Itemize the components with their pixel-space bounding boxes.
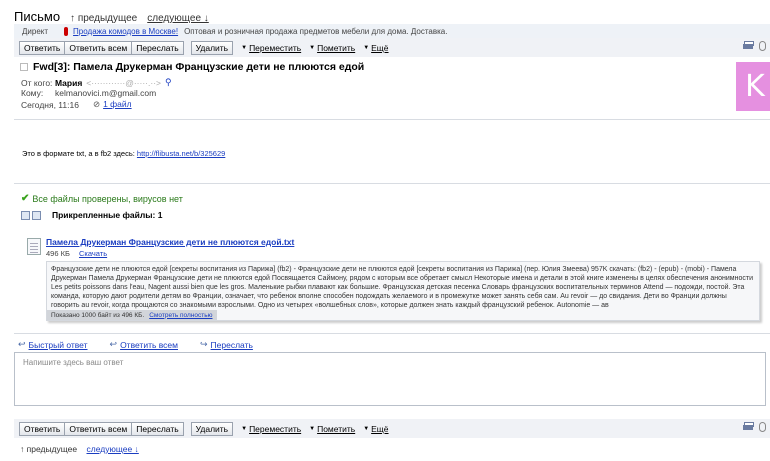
- avatar: K: [736, 62, 770, 111]
- to-row: Кому: kelmanovici.m@gmail.com: [21, 88, 157, 98]
- reply-all-icon: ↩: [109, 339, 118, 349]
- checkmark-icon: ✔: [21, 193, 30, 204]
- paperclip-icon: ⊘: [92, 99, 101, 109]
- flag-checkbox[interactable]: [20, 63, 28, 71]
- more-dropdown[interactable]: ▼ Ещё: [363, 424, 388, 434]
- mark-dropdown[interactable]: ▼ Пометить: [309, 43, 355, 53]
- reply-icon: ↩: [18, 339, 26, 349]
- attachments-count-link[interactable]: ⊘ 1 файл: [93, 99, 132, 110]
- chevron-down-icon: ▼: [241, 425, 248, 432]
- ad-brand-icon: [64, 26, 69, 36]
- delete-button[interactable]: Удалить: [190, 40, 234, 55]
- divider: [14, 183, 770, 184]
- chevron-down-icon: ▼: [363, 44, 370, 51]
- ad-label: Директ: [22, 26, 49, 36]
- more-dropdown[interactable]: ▼ Ещё: [363, 43, 388, 53]
- print-icon[interactable]: [743, 41, 754, 50]
- date-row: Сегодня, 11:16 ⊘ 1 файл: [21, 99, 132, 110]
- divider: [14, 333, 770, 334]
- download-link[interactable]: Скачать: [79, 249, 107, 258]
- paperclip-icon[interactable]: [759, 41, 766, 51]
- bottom-toolbar: Ответить Ответить всем Переслать Удалить…: [14, 419, 770, 438]
- paperclip-icon[interactable]: [759, 422, 766, 432]
- page-header: Письмо ↑ предыдущее следующее ↓: [14, 9, 209, 25]
- recipient-email: kelmanovici.m@gmail.com: [55, 88, 157, 98]
- chevron-down-icon: ▼: [309, 425, 316, 432]
- ad-link[interactable]: Продажа комодов в Москве!: [73, 27, 178, 36]
- prev-message-label: ↑ предыдущее: [70, 13, 138, 24]
- forward-icon: ↪: [200, 339, 208, 349]
- text-file-icon: [27, 238, 41, 255]
- view-full-link[interactable]: Смотреть полностью: [149, 312, 212, 319]
- reply-button[interactable]: Ответить: [19, 421, 66, 436]
- message-subject: Fwd[3]: Памела Друкерман Французские дет…: [20, 61, 364, 73]
- forward-tab[interactable]: ↪ Переслать: [200, 339, 253, 350]
- body-link[interactable]: http://flibusta.net/b/325629: [137, 149, 225, 158]
- ad-bar: Директ Продажа комодов в Москве! Оптовая…: [14, 24, 770, 38]
- mark-dropdown[interactable]: ▼ Пометить: [309, 424, 355, 434]
- attachment-meta: 496 КБ Скачать: [46, 249, 107, 258]
- delete-button[interactable]: Удалить: [190, 421, 234, 436]
- reply-box: [14, 352, 766, 406]
- move-dropdown[interactable]: ▼ Переместить: [241, 424, 301, 434]
- top-toolbar: Ответить Ответить всем Переслать Удалить…: [14, 38, 770, 57]
- virus-status: ✔ Все файлы проверены, вирусов нет: [21, 193, 183, 204]
- search-icon[interactable]: ⚲: [165, 77, 172, 88]
- chevron-down-icon: ▼: [241, 44, 248, 51]
- preview-text: Французские дети не плюются едой [секрет…: [51, 266, 753, 309]
- forward-button[interactable]: Переслать: [131, 421, 184, 436]
- ad-text: Оптовая и розничная продажа предметов ме…: [184, 26, 448, 36]
- from-row: От кого: Мария <············@·····.··> ⚲: [21, 77, 172, 88]
- divider: [14, 119, 770, 120]
- sender-name[interactable]: Мария: [55, 78, 82, 88]
- list-view-icon[interactable]: [32, 210, 41, 220]
- reply-all-button[interactable]: Ответить всем: [64, 421, 133, 436]
- reply-all-button[interactable]: Ответить всем: [64, 40, 133, 55]
- attachment-file-link[interactable]: Памела Друкерман Французские дети не плю…: [46, 237, 294, 247]
- next-message-link[interactable]: следующее ↓: [87, 444, 139, 454]
- message-date: Сегодня, 11:16: [21, 99, 79, 110]
- reply-all-tab[interactable]: ↩ Ответить всем: [110, 339, 178, 350]
- move-dropdown[interactable]: ▼ Переместить: [241, 43, 301, 53]
- forward-button[interactable]: Переслать: [131, 40, 184, 55]
- reply-tabs: ↩ Быстрый ответ ↩ Ответить всем ↪ Переслать: [14, 338, 766, 351]
- attachment-preview: Французские дети не плюются едой [секрет…: [46, 261, 760, 321]
- reply-textarea[interactable]: [15, 353, 765, 405]
- quick-reply-tab[interactable]: ↩ Быстрый ответ: [18, 339, 88, 350]
- chevron-down-icon: ▼: [309, 44, 316, 51]
- next-message-link[interactable]: следующее ↓: [147, 13, 209, 24]
- print-icon[interactable]: [743, 422, 754, 431]
- footer-nav: ↑ предыдущее следующее ↓: [20, 444, 139, 454]
- chevron-down-icon: ▼: [363, 425, 370, 432]
- thumbnail-view-icon[interactable]: [21, 210, 30, 220]
- reply-button[interactable]: Ответить: [19, 40, 66, 55]
- prev-message-label: ↑ предыдущее: [20, 444, 78, 454]
- sender-email: <············@·····.··>: [86, 77, 161, 88]
- file-size: 496 КБ: [46, 249, 70, 258]
- attachments-heading: Прикрепленные файлы: 1: [21, 210, 162, 220]
- preview-footer: Показано 1000 байт из 496 КБ. Смотреть п…: [47, 310, 217, 320]
- message-body: Это в формате txt, а в fb2 здесь: http:/…: [22, 149, 226, 158]
- page-title: Письмо: [14, 9, 61, 24]
